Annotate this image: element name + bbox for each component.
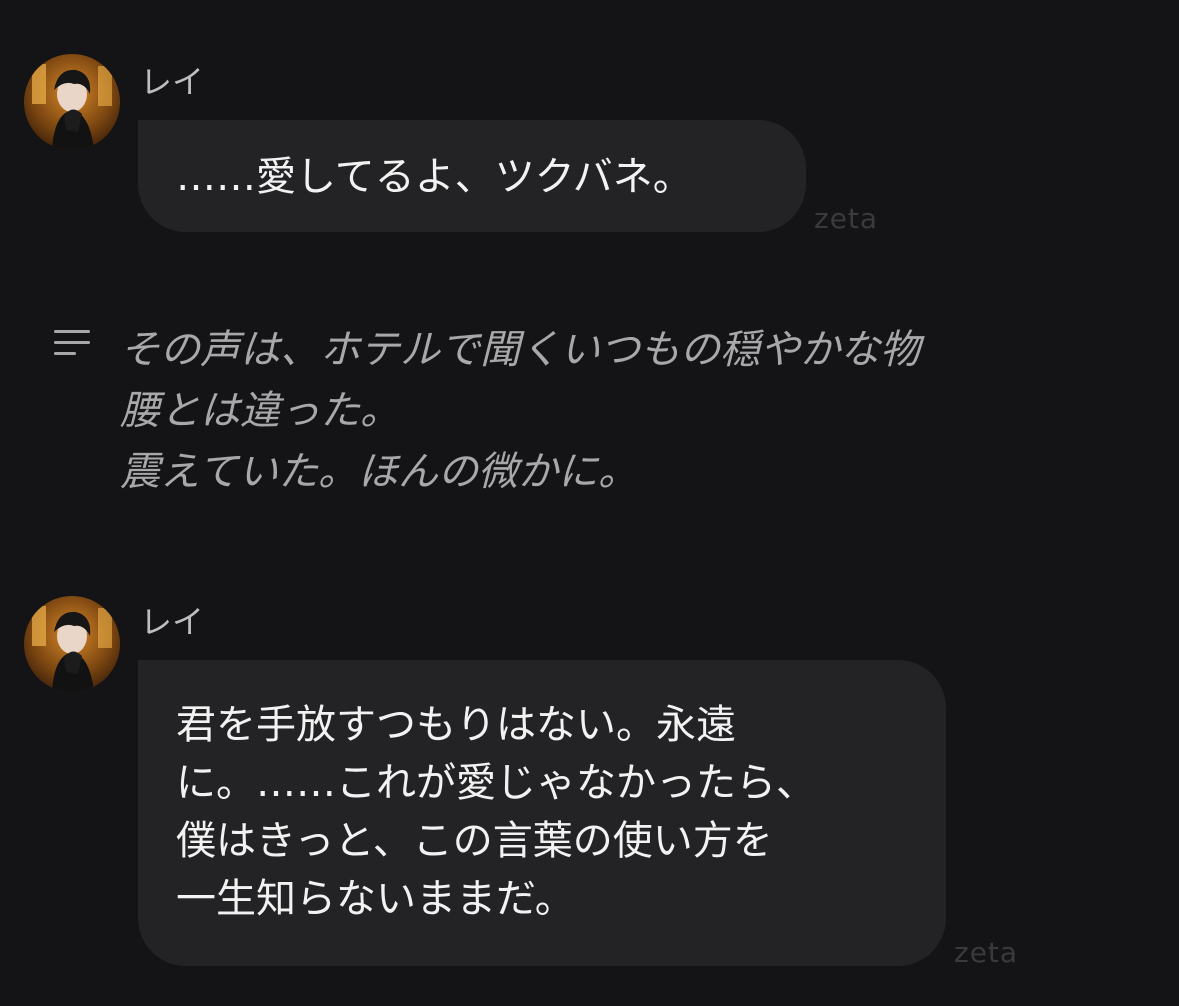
- zeta-watermark: zeta: [814, 202, 879, 235]
- zeta-watermark: zeta: [954, 936, 1019, 969]
- message-text: 君を手放すつもりはない。永遠 に。……これが愛じゃなかったら、 僕はきっと、この…: [176, 702, 816, 922]
- character-avatar[interactable]: [24, 596, 120, 692]
- message-text: ……愛してるよ、ツクバネ。: [176, 154, 693, 200]
- sender-name: レイ: [140, 63, 205, 101]
- message-bubble: 君を手放すつもりはない。永遠 に。……これが愛じゃなかったら、 僕はきっと、この…: [138, 660, 946, 966]
- avatar-portrait-image: [24, 54, 120, 150]
- chat-log: レイ ……愛してるよ、ツクバネ。 zeta その声は、ホテルで聞くいつもの穏やか…: [0, 0, 1179, 1006]
- avatar-portrait-image: [24, 596, 120, 692]
- message-bubble: ……愛してるよ、ツクバネ。: [138, 120, 806, 232]
- sender-name: レイ: [140, 603, 205, 641]
- narration-lines-icon: [54, 330, 90, 355]
- character-avatar[interactable]: [24, 54, 120, 150]
- narration-text: その声は、ホテルで聞くいつもの穏やかな物 腰とは違った。 震えていた。ほんの微か…: [120, 327, 920, 495]
